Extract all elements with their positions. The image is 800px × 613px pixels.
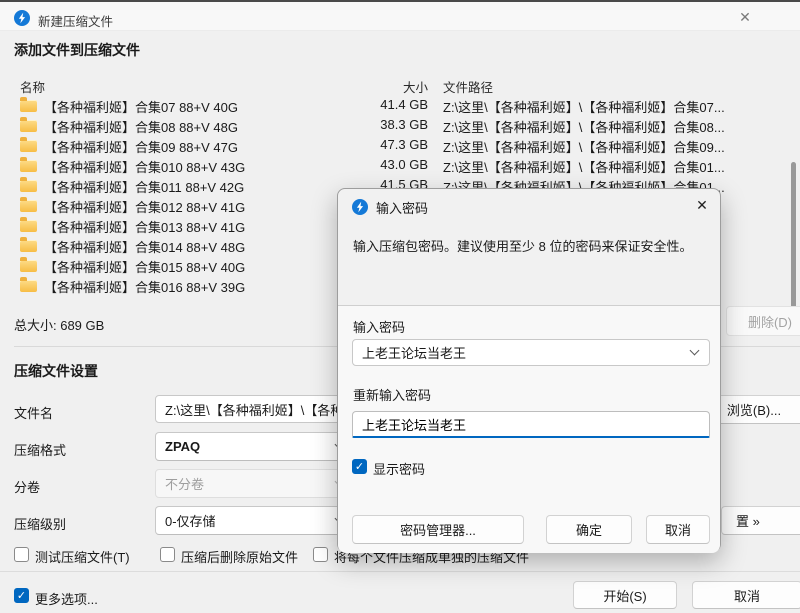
enter-password-dialog: 输入密码 ✕ 输入压缩包密码。建议使用至少 8 位的密码来保证安全性。 输入密码… (337, 188, 721, 552)
file-name: 【各种福利姬】合集013 88+V 41G (44, 217, 245, 236)
total-size-label: 总大小: 689 GB (14, 315, 104, 334)
file-path: Z:\这里\【各种福利姬】\【各种福利姬】合集08... (443, 117, 800, 136)
password-value: 上老王论坛当老王 (362, 343, 466, 362)
start-button[interactable]: 开始(S) (573, 581, 677, 609)
show-password-checkbox[interactable]: ✓ (352, 459, 367, 474)
table-row[interactable]: 【各种福利姬】合集08 88+V 48G 38.3 GB Z:\这里\【各种福利姬】… (0, 116, 800, 136)
dialog-close-icon[interactable]: ✕ (692, 195, 712, 215)
more-options-checkbox[interactable]: ✓ (14, 588, 29, 603)
show-password-label: 显示密码 (373, 459, 425, 478)
ok-button[interactable]: 确定 (546, 515, 632, 544)
column-header-path[interactable]: 文件路径 (443, 77, 493, 96)
table-row[interactable]: 【各种福利姬】合集09 88+V 47G 47.3 GB Z:\这里\【各种福利姬】… (0, 136, 800, 156)
file-name: 【各种福利姬】合集09 88+V 47G (44, 137, 238, 156)
file-path: Z:\这里\【各种福利姬】\【各种福利姬】合集09... (443, 137, 800, 156)
file-name: 【各种福利姬】合集08 88+V 48G (44, 117, 238, 136)
level-label: 压缩级别 (14, 514, 66, 533)
file-size: 38.3 GB (330, 117, 428, 132)
dialog-app-icon (352, 199, 368, 215)
divider (0, 571, 800, 572)
file-path: Z:\这里\【各种福利姬】\【各种福利姬】合集07... (443, 97, 800, 116)
window-close-icon[interactable]: ✕ (735, 7, 755, 27)
split-value: 不分卷 (165, 474, 204, 493)
folder-icon (20, 120, 37, 132)
folder-icon (20, 100, 37, 112)
folder-icon (20, 200, 37, 212)
cancel-button[interactable]: 取消 (692, 581, 800, 609)
list-scrollbar[interactable] (791, 162, 796, 310)
dialog-cancel-button[interactable]: 取消 (646, 515, 710, 544)
window-title: 新建压缩文件 (38, 11, 113, 30)
more-options-label: 更多选项... (35, 589, 98, 608)
file-name: 【各种福利姬】合集014 88+V 48G (44, 237, 245, 256)
filename-label: 文件名 (14, 403, 53, 422)
test-archive-checkbox[interactable] (14, 547, 29, 562)
dialog-message: 输入压缩包密码。建议使用至少 8 位的密码来保证安全性。 (353, 236, 713, 255)
file-name: 【各种福利姬】合集012 88+V 41G (44, 197, 245, 216)
file-name: 【各种福利姬】合集011 88+V 42G (44, 177, 244, 196)
filename-value: Z:\这里\【各种福利姬】\【各种 (165, 400, 343, 419)
file-size: 47.3 GB (330, 137, 428, 152)
column-header-size[interactable]: 大小 (330, 77, 428, 96)
split-label: 分卷 (14, 477, 40, 496)
title-bar[interactable]: 新建压缩文件 ✕ (0, 2, 800, 31)
delete-after-label: 压缩后删除原始文件 (181, 547, 298, 566)
file-path: Z:\这里\【各种福利姬】\【各种福利姬】合集01... (443, 157, 800, 176)
format-label: 压缩格式 (14, 440, 66, 459)
folder-icon (20, 220, 37, 232)
password-label: 输入密码 (353, 317, 405, 336)
folder-icon (20, 280, 37, 292)
dialog-title: 输入密码 (376, 198, 428, 217)
confirm-password-label: 重新输入密码 (353, 385, 431, 404)
file-size: 43.0 GB (330, 157, 428, 172)
file-name: 【各种福利姬】合集015 88+V 40G (44, 257, 245, 276)
file-name: 【各种福利姬】合集016 88+V 39G (44, 277, 245, 296)
chevron-down-icon[interactable] (690, 345, 700, 355)
app-icon (14, 10, 30, 26)
table-row[interactable]: 【各种福利姬】合集010 88+V 43G 43.0 GB Z:\这里\【各种福利姬… (0, 156, 800, 176)
test-archive-label: 测试压缩文件(T) (35, 547, 130, 566)
format-select[interactable]: ZPAQ (155, 432, 355, 461)
section-title-settings: 压缩文件设置 (14, 361, 98, 381)
file-size: 41.4 GB (330, 97, 428, 112)
split-select: 不分卷 (155, 469, 355, 498)
folder-icon (20, 180, 37, 192)
level-value: 0-仅存储 (165, 511, 216, 530)
folder-icon (20, 140, 37, 152)
file-name: 【各种福利姬】合集010 88+V 43G (44, 157, 245, 176)
delete-after-checkbox[interactable] (160, 547, 175, 562)
delete-button[interactable]: 删除(D) (726, 306, 800, 336)
password-manager-button[interactable]: 密码管理器... (352, 515, 524, 544)
table-row[interactable]: 【各种福利姬】合集07 88+V 40G 41.4 GB Z:\这里\【各种福利姬】… (0, 96, 800, 116)
column-header-name[interactable]: 名称 (20, 77, 45, 96)
separate-archive-checkbox[interactable] (313, 547, 328, 562)
folder-icon (20, 160, 37, 172)
confirm-password-input[interactable] (352, 411, 710, 438)
new-archive-window: 新建压缩文件 ✕ 添加文件到压缩文件 名称 大小 文件路径 【各种福利姬】合集0… (0, 0, 800, 613)
password-combobox[interactable]: 上老王论坛当老王 (352, 339, 710, 366)
section-title-add: 添加文件到压缩文件 (14, 40, 140, 60)
folder-icon (20, 260, 37, 272)
advanced-settings-button[interactable]: 置 » (721, 506, 800, 535)
level-select[interactable]: 0-仅存储 (155, 506, 355, 535)
format-value: ZPAQ (165, 439, 200, 454)
file-name: 【各种福利姬】合集07 88+V 40G (44, 97, 238, 116)
folder-icon (20, 240, 37, 252)
